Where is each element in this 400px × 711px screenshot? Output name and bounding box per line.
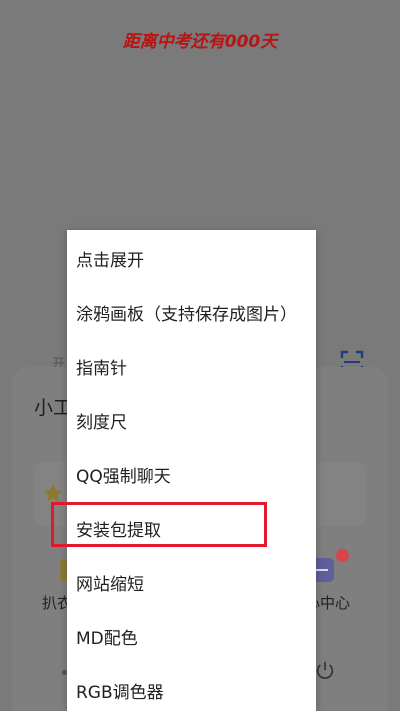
menu-item-qq-force-chat[interactable]: QQ强制聊天 [67,447,316,501]
menu-item-compass[interactable]: 指南针 [67,339,316,393]
menu-item-md-colors[interactable]: MD配色 [67,609,316,663]
highlight-box [51,502,267,547]
popup-menu: 点击展开 涂鸦画板（支持保存成图片） 指南针 刻度尺 QQ强制聊天 安装包提取 … [67,230,316,711]
countdown-banner: 距离中考还有000天 [122,32,278,52]
notification-dot [336,549,349,562]
menu-item-expand[interactable]: 点击展开 [67,231,316,285]
menu-item-rgb-picker[interactable]: RGB调色器 [67,663,316,711]
menu-item-url-shorten[interactable]: 网站缩短 [67,555,316,609]
menu-item-ruler[interactable]: 刻度尺 [67,393,316,447]
power-icon[interactable] [314,660,336,682]
menu-item-doodle-board[interactable]: 涂鸦画板（支持保存成图片） [67,285,316,339]
star-icon [43,483,63,502]
